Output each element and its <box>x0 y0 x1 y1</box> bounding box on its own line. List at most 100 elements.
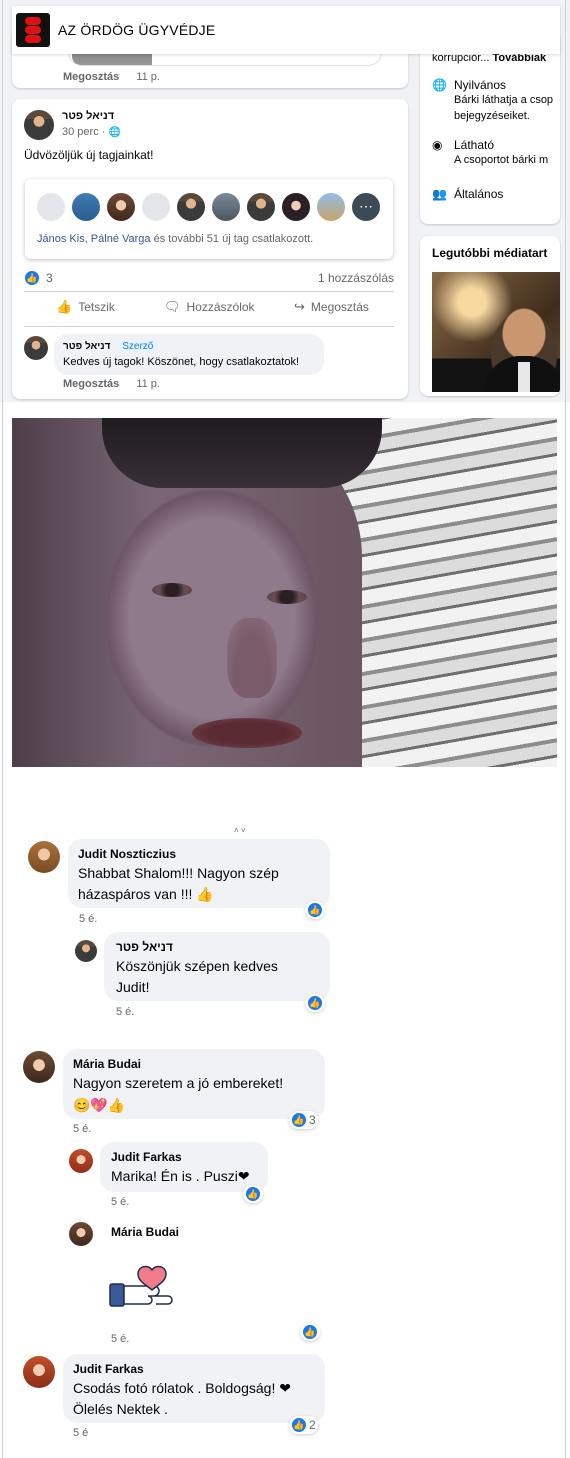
thumbs-up-icon: 👍 <box>56 299 73 314</box>
divider <box>24 326 394 327</box>
member-avatar[interactable] <box>315 191 347 223</box>
join-names[interactable]: János Kis, Pálné Varga <box>37 233 151 245</box>
comment-reactions[interactable]: 👍 3 <box>289 1111 318 1129</box>
visibility-row: ◉ Látható A csoportot bárki m <box>432 138 548 168</box>
comment-author-line: דניאל פטר Szerző <box>63 340 157 353</box>
commenter-name[interactable]: דניאל פטר <box>116 940 173 954</box>
timestamp[interactable]: 11 p. <box>136 71 160 83</box>
privacy-row: 🌐 Nyilvános Bárki láthatja a csop bejegyz… <box>432 78 553 124</box>
comment-time[interactable]: 5 é. <box>111 1333 129 1345</box>
comment-time[interactable]: 5 é <box>73 1427 88 1439</box>
recent-media-thumbnail[interactable] <box>432 272 560 392</box>
like-button[interactable]: 👍 Tetszik <box>56 299 115 315</box>
comment-time[interactable]: 5 é. <box>73 1123 91 1135</box>
share-link[interactable]: Megosztás <box>63 378 119 390</box>
post-photo[interactable] <box>12 418 557 767</box>
group-logo[interactable] <box>16 13 50 47</box>
public-desc-2: bejegyzéseiket. <box>454 110 530 122</box>
comment-button[interactable]: 🗨 Hozzászólok <box>164 299 255 315</box>
comment-icon: 🗨 <box>164 299 181 314</box>
member-avatar[interactable] <box>35 191 67 223</box>
comment-bubble: Mária Budai Nagyon szeretem a jó emberek… <box>63 1049 325 1119</box>
visible-desc: A csoportot bárki m <box>454 154 549 166</box>
member-avatar[interactable] <box>105 191 137 223</box>
share-button[interactable]: ↪ Megosztás <box>294 299 369 315</box>
member-avatar[interactable] <box>70 191 102 223</box>
eye-icon: ◉ <box>432 138 443 152</box>
commenter-avatar[interactable] <box>28 841 60 873</box>
like-reaction-icon: 👍 <box>24 270 40 286</box>
post-card: דניאל פטר 30 perc · 🌐 Üdvözöljük új tagj… <box>12 99 408 399</box>
more-members-icon[interactable]: ⋯ <box>350 191 382 223</box>
share-label: Megosztás <box>310 300 369 314</box>
commenter-avatar[interactable] <box>69 1149 93 1173</box>
share-icon: ↪ <box>294 299 305 314</box>
member-avatar[interactable] <box>210 191 242 223</box>
collapse-icon[interactable]: ˄ ˅ <box>234 826 246 835</box>
post-author-name[interactable]: דניאל פטר <box>62 110 114 122</box>
member-avatar[interactable] <box>245 191 277 223</box>
join-rest: és további 51 új tag csatlakozott. <box>150 233 314 245</box>
commenter-name[interactable]: Judit Farkas <box>73 1362 144 1376</box>
author-badge: Szerző <box>119 340 157 353</box>
comment-text-line-2: Ölelés Nektek . <box>73 1401 168 1417</box>
photo-nose <box>227 618 277 698</box>
reaction-count: 2 <box>309 1418 316 1432</box>
commenter-name[interactable]: Judit Farkas <box>111 1150 182 1164</box>
group-title[interactable]: AZ ÖRDÖG ÜGYVÉDJE <box>58 22 215 38</box>
comment-reactions[interactable]: 👍 <box>243 1185 263 1203</box>
photo-eye <box>267 590 307 604</box>
new-members-box[interactable]: ⋯ János Kis, Pálné Varga és további 51 ú… <box>25 179 393 259</box>
like-reaction-icon: 👍 <box>245 1186 261 1202</box>
comment-author-name[interactable]: דניאל פטר <box>63 341 110 352</box>
comment-time[interactable]: 5 é. <box>116 1006 134 1018</box>
globe-icon: 🌐 <box>432 78 447 92</box>
comment-text-line-1: Nagyon szeretem a jó embereket! <box>73 1075 284 1091</box>
commenter-avatar[interactable] <box>75 940 97 962</box>
people-icon: 👥 <box>432 187 447 201</box>
share-link[interactable]: Megosztás <box>63 71 119 83</box>
member-avatar[interactable] <box>280 191 312 223</box>
comment-text-line-1: Csodás fotó rólatok . Boldogság! ❤ <box>73 1380 291 1396</box>
comment-reactions[interactable]: 👍 <box>305 901 325 919</box>
photo-eye <box>152 583 192 597</box>
commenter-avatar[interactable] <box>23 1051 55 1083</box>
commenter-name[interactable]: Mária Budai <box>73 1057 141 1071</box>
comment-text-line-1: Marika! Én is . Puszi❤ <box>111 1168 250 1184</box>
globe-icon: 🌐 <box>108 127 121 138</box>
comment-meta: Megosztás 11 p. <box>63 378 160 390</box>
timestamp[interactable]: 11 p. <box>136 378 160 390</box>
comment-count[interactable]: 1 hozzászólás <box>318 271 394 285</box>
commenter-name[interactable]: Judit Noszticzius <box>78 847 176 861</box>
about-card: korrupciór... Továbbiak 🌐 Nyilvános Bárki… <box>420 30 560 224</box>
member-avatar[interactable] <box>140 191 172 223</box>
commenter-avatar[interactable] <box>23 1356 55 1388</box>
comment-reactions[interactable]: 👍 <box>300 1323 320 1341</box>
comment-time[interactable]: 5 é. <box>79 913 97 925</box>
comment-reactions[interactable]: 👍 <box>305 994 325 1012</box>
join-text: János Kis, Pálné Varga és további 51 új … <box>37 233 313 245</box>
previous-post-meta: Megosztás 11 p. <box>63 71 160 83</box>
post-author-avatar[interactable] <box>24 110 54 140</box>
reaction-summary[interactable]: 👍 3 <box>24 270 53 286</box>
post-text: Üdvözöljük új tagjainkat! <box>24 148 154 162</box>
comment-bubble: Judit Farkas Csodás fotó rólatok . Boldo… <box>63 1354 325 1423</box>
commenter-name[interactable]: Mária Budai <box>111 1225 179 1239</box>
like-reaction-icon: 👍 <box>307 995 323 1011</box>
heart-hand-sticker-icon[interactable] <box>108 1262 178 1310</box>
comment-reactions[interactable]: 👍 2 <box>289 1416 318 1434</box>
photo-mouth <box>192 718 302 748</box>
like-reaction-icon: 👍 <box>291 1417 307 1433</box>
reaction-count: 3 <box>309 1113 316 1127</box>
post-time[interactable]: 30 perc · <box>62 126 105 138</box>
member-avatar[interactable] <box>175 191 207 223</box>
comment-time[interactable]: 5 é. <box>111 1196 129 1208</box>
post-meta: 30 perc · 🌐 <box>62 126 121 138</box>
comment-text-line-2: 😊💖👍 <box>73 1097 126 1113</box>
like-reaction-icon: 👍 <box>307 902 323 918</box>
general-row: 👥 Általános <box>432 187 503 201</box>
reaction-count: 3 <box>46 271 53 285</box>
commenter-avatar[interactable] <box>69 1222 93 1246</box>
comment-author-avatar[interactable] <box>24 336 48 360</box>
comment-bubble: Judit Farkas Marika! Én is . Puszi❤ <box>100 1142 268 1192</box>
